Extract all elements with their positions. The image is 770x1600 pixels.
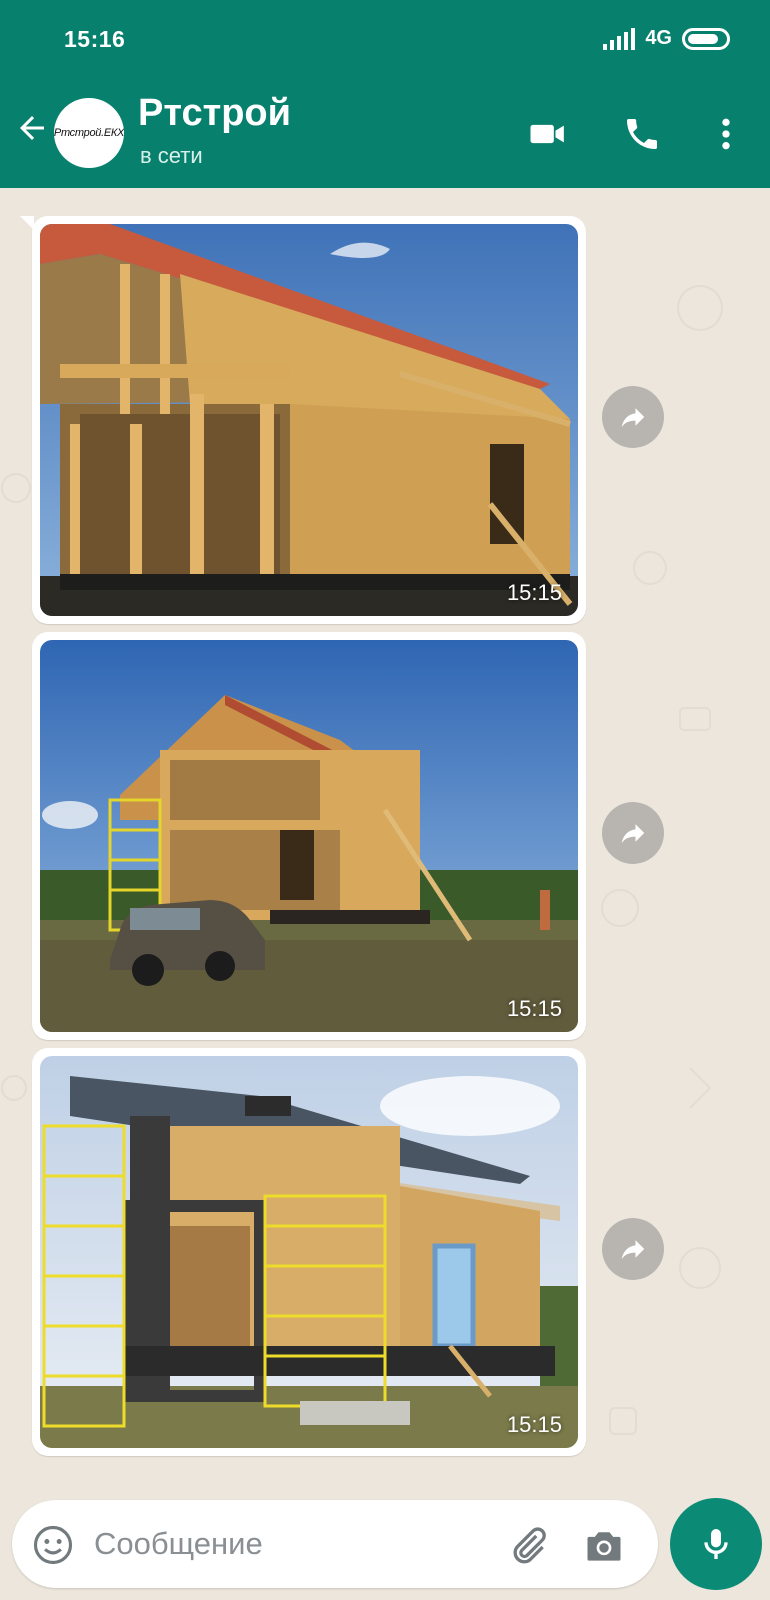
message-composer[interactable]: Сообщение (12, 1500, 658, 1588)
message-input[interactable]: Сообщение (94, 1526, 263, 1562)
forward-icon (621, 408, 645, 427)
forward-button[interactable] (602, 386, 664, 448)
more-options-icon[interactable] (706, 114, 746, 154)
phone-call-icon[interactable] (620, 114, 664, 154)
avatar[interactable]: Ртстрой.ЕКХ (54, 98, 124, 168)
video-call-icon[interactable] (526, 114, 570, 154)
image-message[interactable]: 15:15 (32, 632, 586, 1040)
status-indicators: 4G (603, 27, 730, 50)
avatar-logo-text: Ртстрой.ЕКХ (54, 127, 124, 139)
image-message[interactable]: 15:15 (32, 1048, 586, 1456)
emoji-icon[interactable] (32, 1524, 74, 1566)
photo-house-framing (40, 224, 578, 616)
message-timestamp: 15:15 (506, 996, 562, 1021)
message-photo[interactable]: 15:15 (40, 224, 578, 616)
forward-icon (621, 1240, 645, 1259)
image-message[interactable]: 15:15 (20, 216, 586, 624)
forward-button[interactable] (602, 1218, 664, 1280)
battery-icon (682, 27, 730, 50)
chat-area[interactable]: 15:15 15:15 15:15 (0, 188, 770, 1600)
status-time: 15:16 (64, 26, 126, 52)
back-arrow-icon[interactable] (14, 110, 50, 146)
microphone-icon (704, 1529, 728, 1559)
photo-house-with-scaffolding (40, 1056, 578, 1448)
message-timestamp: 15:15 (506, 1412, 562, 1437)
network-type: 4G (645, 27, 672, 49)
presence-status: в сети (140, 143, 203, 168)
chat-title[interactable]: Ртстрой (138, 92, 291, 135)
message-photo[interactable]: 15:15 (40, 640, 578, 1032)
camera-icon[interactable] (582, 1524, 626, 1568)
message-photo[interactable]: 15:15 (40, 1056, 578, 1448)
voice-record-button[interactable] (670, 1498, 762, 1590)
forward-button[interactable] (602, 802, 664, 864)
signal-icon (603, 27, 636, 50)
photo-house-with-car (40, 640, 578, 1032)
forward-icon (621, 824, 645, 843)
app-header: 15:16 4G Ртстрой.ЕКХ Ртстрой в сети (0, 0, 770, 188)
message-timestamp: 15:15 (506, 580, 562, 605)
attach-icon[interactable] (506, 1524, 550, 1568)
